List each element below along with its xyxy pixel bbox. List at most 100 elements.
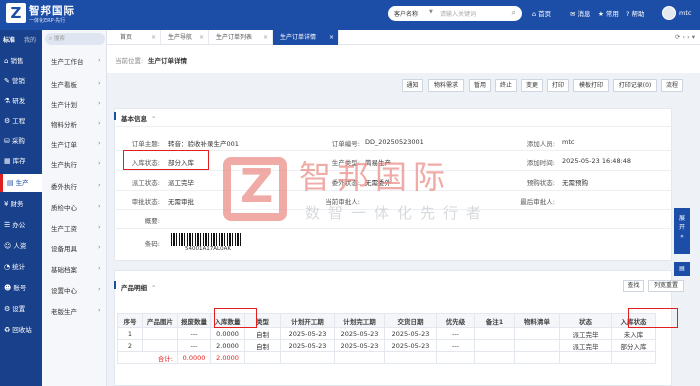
menu-account[interactable]: ☻ 账号 <box>0 279 42 297</box>
submenu-item[interactable]: 基础档案 › <box>51 264 101 274</box>
submenu-item[interactable]: 老版生产 › <box>51 306 101 316</box>
tab-mine[interactable]: 我的 <box>24 35 36 44</box>
print-button[interactable]: 打印 <box>547 79 569 92</box>
global-search[interactable]: 客户名称 ▼ 请输入关键词 ⌕ <box>388 6 522 21</box>
material-demand-button[interactable]: 物料需求 <box>428 79 464 92</box>
table-cell: 2 <box>117 339 143 352</box>
nav-messages[interactable]: ✉ 消息 <box>570 8 590 18</box>
table-row[interactable]: 2 --- 2.0000 自制 2025-05-23 2025-05-23 20… <box>117 339 656 352</box>
terminate-button[interactable]: 终止 <box>495 79 517 92</box>
menu-recycle[interactable]: ♻ 回收站 <box>0 321 42 339</box>
search-input[interactable]: 请输入关键词 <box>440 9 476 18</box>
hr-icon: ☺ <box>4 242 12 250</box>
avatar[interactable] <box>662 6 676 20</box>
menu-stats[interactable]: ◔ 统计 <box>0 258 42 276</box>
rd-icon: ⚗ <box>4 97 11 105</box>
expand-panel-button[interactable]: 展开 « <box>674 208 690 254</box>
submenu-item[interactable]: 委外执行 › <box>51 181 101 191</box>
divider <box>114 228 672 229</box>
workflow-button[interactable]: 流程 <box>661 79 683 92</box>
tab-tools[interactable]: ⟳ ‹ › ▾ <box>675 30 695 45</box>
chevron-right-icon: › <box>98 223 101 231</box>
table-cell: 2025-05-23 <box>280 327 335 340</box>
username[interactable]: mtc <box>679 9 691 17</box>
chat-icon[interactable]: ▤ <box>674 262 690 276</box>
table-cell: --- <box>177 339 211 352</box>
search-icon[interactable]: ⌕ <box>512 8 516 18</box>
collapse-icon: ⌃ <box>151 284 157 292</box>
column-header[interactable]: 计划完工期 <box>334 313 385 328</box>
close-icon[interactable]: × <box>263 30 268 45</box>
table-cell: 1 <box>117 327 143 340</box>
column-header[interactable]: 交货日期 <box>384 313 437 328</box>
search-type-select[interactable]: 客户名称 <box>394 9 418 18</box>
template-print-button[interactable]: 模板打印 <box>573 79 609 92</box>
submenu-item[interactable]: 设备用具 › <box>51 243 101 253</box>
column-header[interactable]: 产品图片 <box>142 313 178 328</box>
menu-search-input[interactable]: ⌕ 搜索 <box>45 33 105 45</box>
column-header[interactable]: 状态 <box>559 313 612 328</box>
menu-sales[interactable]: ⌂ 销售 <box>0 52 42 70</box>
close-icon[interactable]: × <box>199 30 204 45</box>
finance-icon: ¥ <box>4 200 9 208</box>
menu-marketing[interactable]: ✎ 营销 <box>0 72 42 90</box>
brand-slogan: 一体化ERP·先行 <box>29 18 66 24</box>
menu-finance[interactable]: ¥ 财务 <box>0 195 42 213</box>
submenu-item[interactable]: 设置中心 › <box>51 285 101 295</box>
engineering-icon: ⚙ <box>4 117 11 125</box>
chevron-right-icon: › <box>98 159 101 167</box>
table-cell: 派工完毕 <box>559 339 612 352</box>
table-row[interactable]: 1 --- 0.0000 自制 2025-05-23 2025-05-23 20… <box>117 327 656 340</box>
change-button[interactable]: 变更 <box>521 79 543 92</box>
submenu-item[interactable]: 生产工作台 › <box>51 56 101 66</box>
menu-production[interactable]: ▤ 生产 <box>0 174 42 192</box>
column-header[interactable]: 计划开工期 <box>280 313 335 328</box>
submenu-item[interactable]: 物料分析 › <box>51 119 101 129</box>
submenu-item[interactable]: 质检中心 › <box>51 202 101 212</box>
print-log-button[interactable]: 打印记录(0) <box>613 79 657 92</box>
column-header[interactable]: 报废数量 <box>177 313 211 328</box>
field-label: 委外状态: <box>331 179 360 187</box>
pause-button[interactable]: 暂用 <box>469 79 491 92</box>
notify-button[interactable]: 通知 <box>402 79 423 92</box>
submenu-item[interactable]: 生产工资 › <box>51 223 101 233</box>
menu-purchase[interactable]: ⛁ 采购 <box>0 132 42 150</box>
close-icon[interactable]: × <box>151 30 156 45</box>
divider <box>114 190 672 191</box>
basic-info-title[interactable]: 基本信息 ⌃ <box>121 113 156 123</box>
submenu-item[interactable]: 生产看板 › <box>51 79 101 89</box>
nav-home[interactable]: ⌂ 首页 <box>532 8 551 18</box>
submenu-item[interactable]: 生产计划 › <box>51 99 101 109</box>
tab-home[interactable]: 首页 × <box>113 30 161 45</box>
menu-settings[interactable]: ⚙ 设置 <box>0 300 42 318</box>
nav-help[interactable]: ? 帮助 <box>626 8 644 18</box>
menu-engineering[interactable]: ⚙ 工程 <box>0 112 42 130</box>
column-header[interactable]: 优先级 <box>436 313 475 328</box>
column-header[interactable]: 备注1 <box>474 313 515 328</box>
menu-hr[interactable]: ☺ 人资 <box>0 237 42 255</box>
purchase-icon: ⛁ <box>4 137 10 145</box>
tab-standard[interactable]: 标准 <box>3 35 15 44</box>
product-detail-title[interactable]: 产品明细 ⌃ <box>121 282 156 292</box>
menu-office[interactable]: ☰ 办公 <box>0 216 42 234</box>
reset-column-width-button[interactable]: 列宽重置 <box>648 280 684 292</box>
menu-rd[interactable]: ⚗ 研发 <box>0 92 42 110</box>
submenu-item[interactable]: 生产执行 › <box>51 159 101 169</box>
table-cell: 自制 <box>244 327 281 340</box>
column-header[interactable]: 物料清单 <box>514 313 560 328</box>
nav-favorites[interactable]: ★ 常用 <box>598 8 619 18</box>
tab-order-detail[interactable]: 生产订单详情 × <box>273 30 339 45</box>
field-label: 概要: <box>144 217 160 225</box>
submenu-item[interactable]: 生产订单 › <box>51 139 101 149</box>
close-icon[interactable]: × <box>329 30 334 45</box>
table-cell <box>514 339 560 352</box>
column-header[interactable]: 序号 <box>117 313 143 328</box>
menu-inventory[interactable]: ▦ 库存 <box>0 152 42 170</box>
tab-production-nav[interactable]: 生产导航 × <box>161 30 209 45</box>
stock-status-header-highlight <box>628 308 678 328</box>
double-chevron-left-icon: « <box>680 233 684 240</box>
total-scrap: 0.0000 <box>177 351 211 364</box>
find-button[interactable]: 查找 <box>623 280 644 292</box>
tab-order-list[interactable]: 生产订单列表 × <box>209 30 273 45</box>
gear-icon: ⚙ <box>4 305 11 313</box>
